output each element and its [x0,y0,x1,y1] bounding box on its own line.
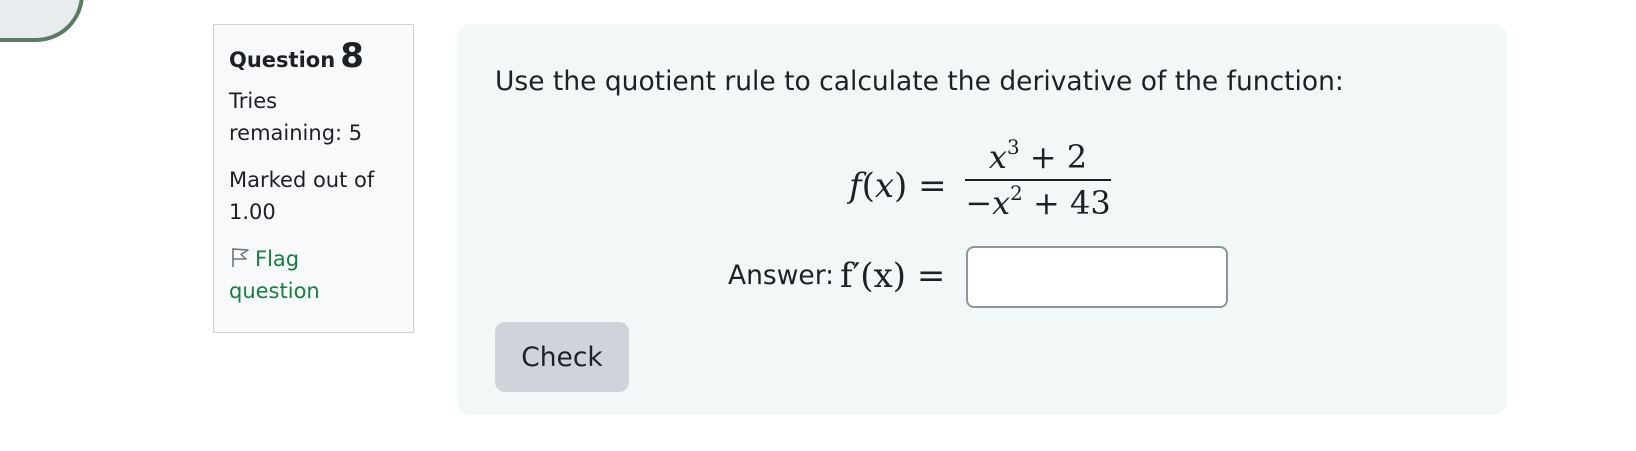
tries-remaining-line2: remaining: 5 [229,121,363,145]
question-number-heading: Question 8 [229,39,398,73]
question-number: 8 [340,36,364,76]
tries-remaining: Tries remaining: 5 [229,85,398,149]
formula-numerator: x3 + 2 [965,138,1111,176]
check-button[interactable]: Check [495,322,629,392]
decorative-corner-shape [0,0,84,42]
answer-label: Answer: [728,260,835,291]
tries-remaining-line1: Tries [229,89,278,113]
flag-question-line2: question [229,279,320,303]
formula-lhs: f(x) = [849,166,947,206]
answer-input[interactable] [966,246,1228,308]
marked-out-of-line2: 1.00 [229,200,276,224]
formula-lhs-var: x [874,166,895,206]
numerator-rest: + 2 [1019,138,1088,176]
formula-denominator: −x2 + 43 [965,184,1111,222]
question-info-panel: Question 8 Tries remaining: 5 Marked out… [213,24,414,333]
numerator-exponent: 3 [1006,136,1020,160]
formula-lhs-fn: f [849,166,862,206]
numerator-base: x [988,138,1007,176]
marked-out-of-line1: Marked out of [229,168,375,192]
denominator-sign: − [965,184,993,222]
answer-math-label: f′(x) = [840,256,946,296]
question-label: Question [229,48,336,72]
denominator-base: x [992,184,1011,222]
question-content-panel: Use the quotient rule to calculate the d… [457,24,1507,415]
fraction-bar [965,179,1111,181]
denominator-rest: + 43 [1022,184,1111,222]
flag-outline-icon [232,248,249,267]
formula-fraction: x3 + 2 −x2 + 43 [965,136,1111,226]
denominator-exponent: 2 [1010,182,1023,206]
flag-question-line1: Flag [255,247,300,271]
marked-out-of: Marked out of 1.00 [229,164,398,228]
question-prompt: Use the quotient rule to calculate the d… [495,66,1344,97]
flag-question-link[interactable]: Flag question [229,243,398,307]
